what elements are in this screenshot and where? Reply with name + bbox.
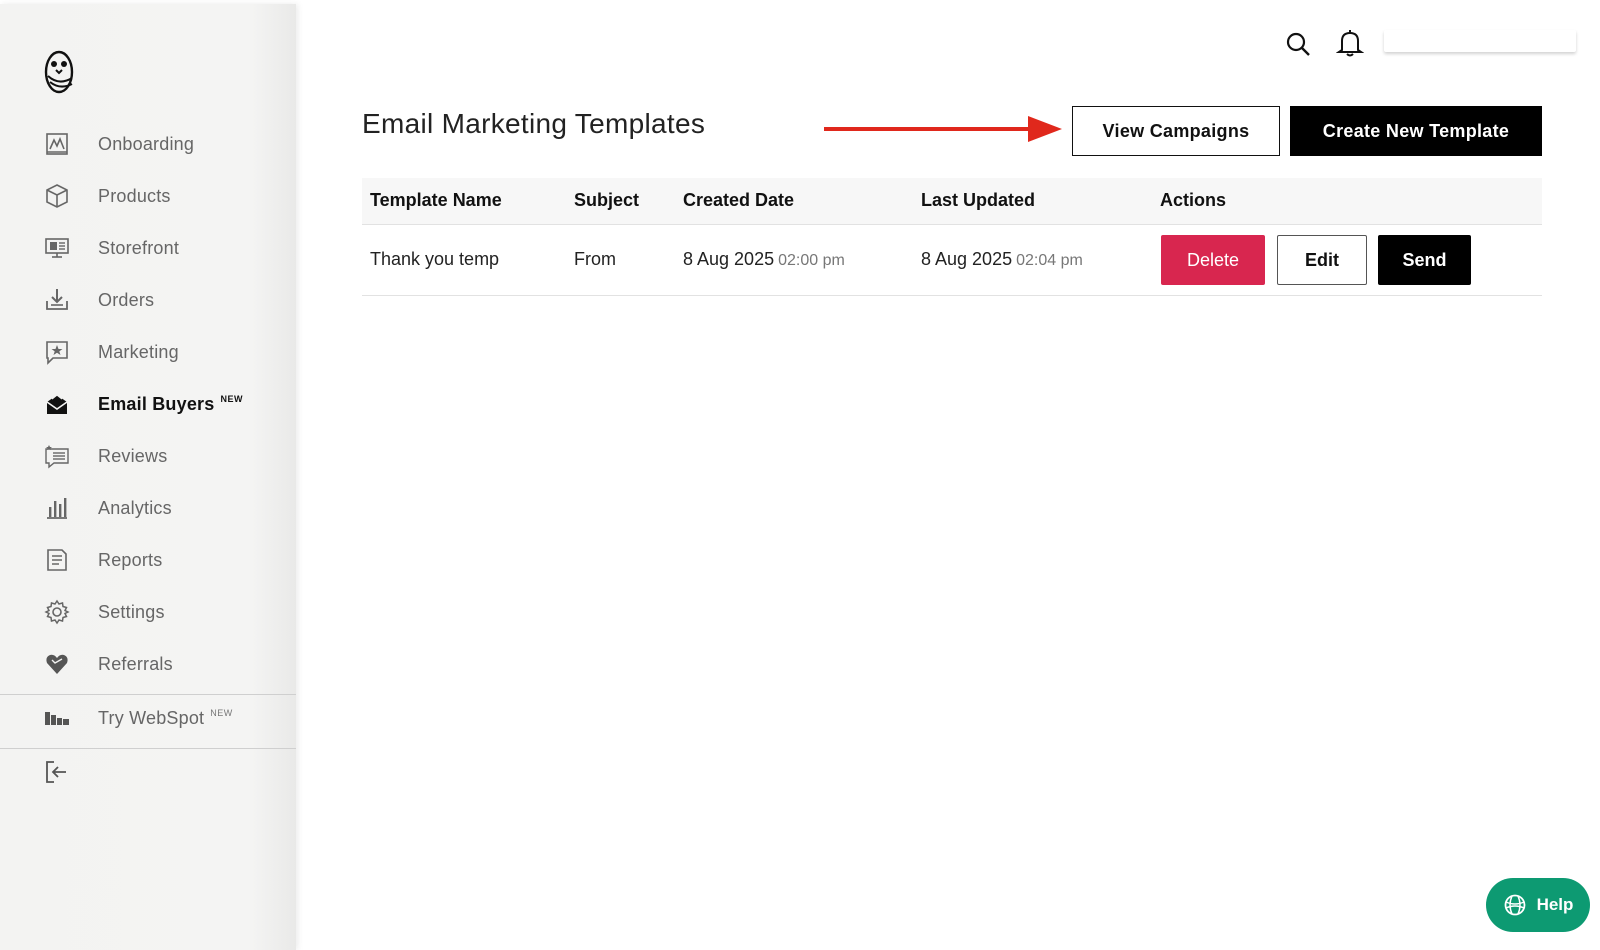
sidebar-item-label: Referrals: [98, 653, 173, 674]
column-header-template-name[interactable]: Template Name: [370, 190, 502, 211]
sidebar-item-label: Reviews: [98, 445, 168, 466]
review-list-icon: [44, 443, 70, 469]
created-date-cell: 8 Aug 2025 02:00 pm: [683, 249, 845, 270]
sidebar-item-marketing[interactable]: Marketing: [0, 330, 296, 374]
subject-cell: From: [574, 249, 616, 269]
updated-date: 8 Aug 2025: [921, 249, 1013, 269]
sidebar-item-label: Orders: [98, 289, 155, 310]
new-badge: NEW: [210, 707, 233, 718]
sidebar-item-label: Try WebSpot NEW: [98, 708, 233, 729]
logout-button[interactable]: [0, 750, 296, 794]
star-message-icon: [44, 339, 70, 365]
create-new-template-button[interactable]: Create New Template: [1290, 106, 1542, 156]
column-header-actions: Actions: [1160, 190, 1227, 210]
help-globe-icon: [1504, 894, 1525, 916]
sidebar-item-label: Settings: [98, 601, 165, 622]
help-button[interactable]: Help: [1486, 878, 1590, 932]
search-icon[interactable]: [1284, 30, 1312, 58]
envelope-icon: [44, 391, 70, 417]
sidebar-item-label: Storefront: [98, 237, 180, 258]
bar-chart-icon: [44, 495, 70, 521]
sidebar-item-email-buyers[interactable]: Email Buyers NEW: [0, 382, 296, 426]
sidebar-item-label: Products: [98, 185, 171, 206]
table-row: Thank you temp From 8 Aug 2025 02:00 pm 8…: [362, 225, 1542, 296]
page-title: Email Marketing Templates: [362, 108, 706, 139]
gear-icon: [44, 599, 70, 625]
sidebar-item-settings[interactable]: Settings: [0, 590, 296, 634]
column-header-subject[interactable]: Subject: [574, 190, 639, 211]
created-time: 02:00 pm: [778, 252, 845, 269]
send-button[interactable]: Send: [1378, 235, 1471, 285]
table-header: Template Name Subject Created Date Last …: [362, 178, 1542, 225]
bell-icon[interactable]: [1336, 28, 1364, 58]
updated-time: 02:04 pm: [1016, 252, 1083, 269]
sidebar-item-label: Reports: [98, 549, 163, 570]
sidebar-item-referrals[interactable]: Referrals: [0, 642, 296, 686]
box-icon: [44, 183, 70, 209]
sidebar-divider: [0, 748, 296, 749]
sidebar-item-label: Analytics: [98, 497, 172, 518]
sidebar-item-reviews[interactable]: Reviews: [0, 434, 296, 478]
template-name-cell: Thank you temp: [370, 249, 500, 269]
sidebar-item-label: Marketing: [98, 341, 179, 362]
updated-date-cell: 8 Aug 2025 02:04 pm: [921, 249, 1083, 270]
column-header-last-updated[interactable]: Last Updated: [921, 190, 1035, 211]
help-label: Help: [1536, 895, 1574, 914]
user-menu[interactable]: [1384, 30, 1576, 52]
logout-icon: [44, 759, 70, 785]
sidebar-item-onboarding[interactable]: Onboarding: [0, 122, 296, 166]
arrow-annotation-icon: [824, 116, 1062, 142]
view-campaigns-button[interactable]: View Campaigns: [1072, 106, 1280, 156]
sidebar-item-text: Email Buyers: [98, 393, 215, 414]
sidebar-item-storefront[interactable]: Storefront: [0, 226, 296, 270]
owl-logo-icon[interactable]: [42, 48, 76, 96]
column-header-created-date[interactable]: Created Date: [683, 190, 794, 211]
sidebar-item-products[interactable]: Products: [0, 174, 296, 218]
sidebar-item-reports[interactable]: Reports: [0, 538, 296, 582]
delete-button[interactable]: Delete: [1161, 235, 1265, 285]
sidebar-item-label: Email Buyers NEW: [98, 394, 243, 415]
created-date: 8 Aug 2025: [683, 249, 775, 269]
webspot-icon: [44, 705, 70, 731]
download-tray-icon: [44, 287, 70, 313]
sidebar-item-analytics[interactable]: Analytics: [0, 486, 296, 530]
new-badge: NEW: [220, 393, 243, 404]
sidebar-item-webspot[interactable]: Try WebSpot NEW: [0, 696, 296, 740]
sidebar-item-orders[interactable]: Orders: [0, 278, 296, 322]
sidebar-divider: [0, 694, 296, 695]
sidebar: Onboarding Products Storefront Orders Ma…: [0, 4, 296, 950]
sidebar-item-label: Onboarding: [98, 133, 195, 154]
document-icon: [44, 547, 70, 573]
sidebar-item-text: Try WebSpot: [98, 707, 205, 728]
edit-button[interactable]: Edit: [1277, 235, 1367, 285]
heart-icon: [44, 651, 70, 677]
monitor-icon: [44, 235, 70, 261]
onboarding-chart-icon: [44, 131, 70, 157]
